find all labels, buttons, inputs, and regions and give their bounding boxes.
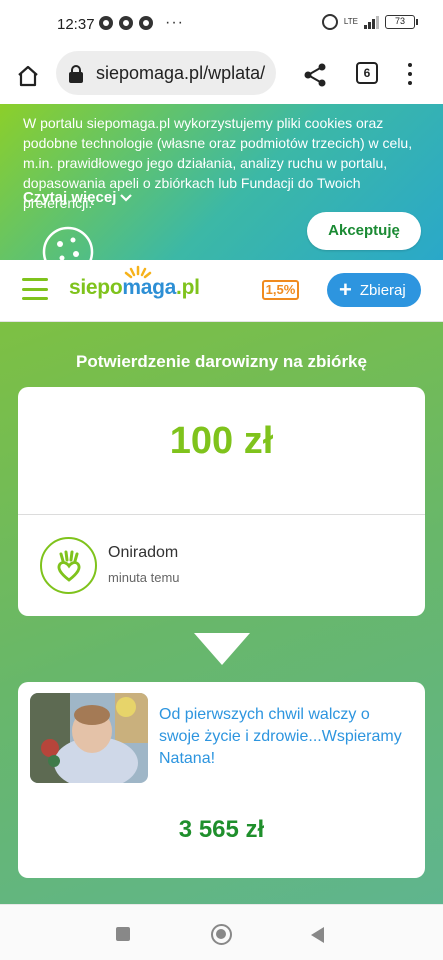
recent-apps-button[interactable]	[116, 927, 130, 941]
donation-time: minuta temu	[108, 570, 180, 585]
accept-cookies-button[interactable]: Akceptuję	[307, 212, 421, 250]
tax-badge[interactable]: 1,5%	[262, 280, 299, 300]
site-header: siepomaga.pl 1,5% + Zbieraj	[0, 260, 443, 322]
read-more-label: Czytaj więcej	[23, 189, 117, 206]
read-more-link[interactable]: Czytaj więcej	[23, 189, 133, 206]
donation-amount: 100 zł	[169, 420, 274, 462]
plus-icon: +	[339, 277, 352, 302]
donation-card: 100 zł Oniradom minuta temu	[18, 387, 425, 616]
system-nav-bar	[0, 904, 443, 960]
address-bar[interactable]: siepomaga.pl/wplata/	[56, 51, 276, 95]
alarm-icon	[321, 14, 338, 30]
cookie-icon	[42, 226, 94, 260]
logo-part3: .pl	[176, 276, 200, 299]
status-time: 12:37	[57, 16, 95, 33]
home-nav-button[interactable]	[211, 924, 232, 945]
home-button[interactable]	[14, 62, 42, 90]
cookie-banner: W portalu siepomaga.pl wykorzystujemy pl…	[0, 104, 443, 260]
home-icon	[18, 65, 38, 87]
campaign-title-link[interactable]: Od pierwszych chwil walczy o swoje życie…	[159, 704, 409, 770]
divider	[18, 514, 425, 515]
browser-toolbar: siepomaga.pl/wplata/ 6	[0, 50, 443, 104]
campaign-card[interactable]: Od pierwszych chwil walczy o swoje życie…	[18, 682, 425, 878]
logo-sun-icon	[124, 265, 152, 279]
campaign-amount: 3 565 zł	[178, 816, 265, 843]
url-text: siepomaga.pl/wplata/	[96, 63, 266, 83]
hamburger-menu-button[interactable]	[22, 278, 48, 300]
chrome-notification-icon	[119, 16, 133, 30]
chevron-down-icon	[120, 193, 133, 202]
chrome-notification-icon	[99, 16, 113, 30]
back-button[interactable]	[311, 927, 324, 943]
network-type: LTE	[343, 17, 358, 26]
app-notification-icon	[139, 16, 153, 30]
tabs-button[interactable]: 6	[356, 62, 378, 84]
collect-label: Zbieraj	[359, 281, 406, 299]
donor-name: Oniradom	[108, 544, 179, 561]
site-logo[interactable]: siepomaga.pl	[69, 265, 200, 300]
signal-icon	[364, 15, 379, 29]
heart-hand-icon	[56, 550, 81, 582]
share-button[interactable]	[302, 62, 328, 88]
arrow-down-icon	[194, 633, 250, 665]
baby-photo	[30, 693, 148, 783]
collect-button[interactable]: + Zbieraj	[327, 273, 421, 307]
more-notifications-icon: ···	[165, 14, 184, 31]
campaign-photo[interactable]	[30, 693, 148, 783]
status-bar: 12:37 ··· LTE 73	[0, 0, 443, 50]
page-title: Potwierdzenie darowizny na zbiórkę	[76, 352, 367, 371]
lock-icon	[69, 65, 83, 83]
main-content: Potwierdzenie darowizny na zbiórkę 100 z…	[0, 322, 443, 904]
donor-avatar	[40, 537, 97, 594]
notification-icons: ···	[99, 14, 184, 31]
logo-part1: siepo	[69, 276, 123, 299]
browser-menu-button[interactable]	[404, 60, 416, 88]
system-icons: LTE 73	[321, 14, 418, 30]
battery-icon: 73	[385, 15, 418, 29]
